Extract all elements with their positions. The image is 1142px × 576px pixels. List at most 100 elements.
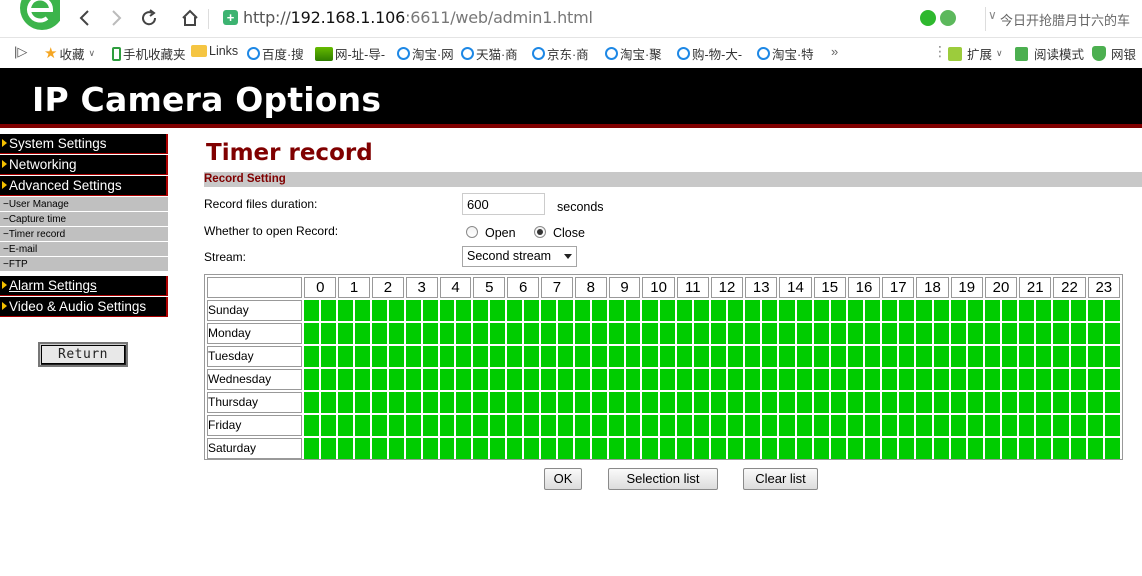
- schedule-cell[interactable]: [1053, 300, 1069, 321]
- schedule-cell[interactable]: [591, 392, 607, 413]
- sidebar-subitem-ftp[interactable]: −FTP: [0, 257, 168, 272]
- schedule-cell[interactable]: [984, 346, 1001, 367]
- schedule-cell[interactable]: [865, 392, 881, 413]
- schedule-cell[interactable]: [762, 323, 778, 344]
- schedule-cell[interactable]: [456, 323, 472, 344]
- duration-input[interactable]: [462, 193, 545, 215]
- schedule-cell[interactable]: [405, 392, 421, 413]
- schedule-cell[interactable]: [779, 346, 795, 367]
- schedule-cell[interactable]: [1036, 323, 1052, 344]
- schedule-cell[interactable]: [899, 346, 915, 367]
- schedule-cell[interactable]: [882, 415, 898, 436]
- hour-header[interactable]: 22: [1053, 277, 1086, 298]
- schedule-cell[interactable]: [899, 323, 915, 344]
- schedule-cell[interactable]: [967, 300, 983, 321]
- schedule-cell[interactable]: [439, 392, 455, 413]
- schedule-cell[interactable]: [473, 392, 489, 413]
- schedule-cell[interactable]: [1002, 346, 1018, 367]
- schedule-cell[interactable]: [950, 323, 966, 344]
- schedule-cell[interactable]: [1019, 438, 1035, 459]
- schedule-cell[interactable]: [541, 369, 556, 390]
- schedule-cell[interactable]: [813, 415, 829, 436]
- schedule-cell[interactable]: [984, 415, 1001, 436]
- schedule-cell[interactable]: [933, 392, 949, 413]
- schedule-cell[interactable]: [1104, 300, 1120, 321]
- schedule-cell[interactable]: [676, 415, 692, 436]
- schedule-cell[interactable]: [693, 415, 709, 436]
- schedule-cell[interactable]: [762, 369, 778, 390]
- schedule-cell[interactable]: [355, 369, 370, 390]
- schedule-cell[interactable]: [371, 392, 387, 413]
- schedule-cell[interactable]: [507, 369, 523, 390]
- schedule-cell[interactable]: [321, 346, 337, 367]
- schedule-cell[interactable]: [422, 415, 438, 436]
- schedule-cell[interactable]: [490, 300, 506, 321]
- hour-header[interactable]: 6: [507, 277, 540, 298]
- schedule-cell[interactable]: [830, 438, 846, 459]
- schedule-cell[interactable]: [1036, 300, 1052, 321]
- schedule-cell[interactable]: [728, 392, 744, 413]
- schedule-cell[interactable]: [967, 392, 983, 413]
- record-close-radio[interactable]: [534, 226, 546, 238]
- schedule-cell[interactable]: [813, 392, 829, 413]
- schedule-cell[interactable]: [473, 300, 489, 321]
- schedule-cell[interactable]: [1036, 438, 1052, 459]
- schedule-cell[interactable]: [1019, 323, 1035, 344]
- schedule-cell[interactable]: [422, 300, 438, 321]
- schedule-cell[interactable]: [355, 323, 370, 344]
- schedule-cell[interactable]: [762, 438, 778, 459]
- schedule-cell[interactable]: [796, 300, 812, 321]
- schedule-cell[interactable]: [304, 346, 320, 367]
- schedule-cell[interactable]: [1087, 323, 1103, 344]
- schedule-cell[interactable]: [338, 369, 354, 390]
- schedule-cell[interactable]: [813, 438, 829, 459]
- schedule-cell[interactable]: [355, 438, 370, 459]
- schedule-cell[interactable]: [456, 346, 472, 367]
- schedule-cell[interactable]: [659, 369, 675, 390]
- hour-header[interactable]: 7: [541, 277, 573, 298]
- schedule-cell[interactable]: [916, 392, 932, 413]
- day-label[interactable]: Tuesday: [207, 346, 303, 367]
- hour-header[interactable]: 18: [916, 277, 949, 298]
- schedule-cell[interactable]: [967, 415, 983, 436]
- schedule-cell[interactable]: [557, 300, 573, 321]
- schedule-cell[interactable]: [728, 369, 744, 390]
- schedule-cell[interactable]: [916, 438, 932, 459]
- security-shield-icon[interactable]: +: [223, 10, 238, 25]
- schedule-cell[interactable]: [745, 415, 761, 436]
- schedule-cell[interactable]: [625, 323, 641, 344]
- schedule-cell[interactable]: [779, 323, 795, 344]
- schedule-cell[interactable]: [967, 346, 983, 367]
- schedule-cell[interactable]: [642, 392, 658, 413]
- schedule-cell[interactable]: [524, 300, 540, 321]
- schedule-cell[interactable]: [574, 392, 590, 413]
- schedule-cell[interactable]: [524, 323, 540, 344]
- schedule-cell[interactable]: [659, 300, 675, 321]
- schedule-cell[interactable]: [1019, 369, 1035, 390]
- schedule-cell[interactable]: [1070, 300, 1086, 321]
- schedule-cell[interactable]: [388, 392, 404, 413]
- schedule-cell[interactable]: [405, 415, 421, 436]
- forward-icon[interactable]: [105, 6, 129, 30]
- schedule-cell[interactable]: [865, 346, 881, 367]
- schedule-cell[interactable]: [830, 323, 846, 344]
- schedule-cell[interactable]: [693, 369, 709, 390]
- schedule-cell[interactable]: [524, 392, 540, 413]
- schedule-cell[interactable]: [1087, 415, 1103, 436]
- schedule-cell[interactable]: [1019, 415, 1035, 436]
- schedule-cell[interactable]: [710, 369, 727, 390]
- schedule-cell[interactable]: [745, 300, 761, 321]
- schedule-cell[interactable]: [625, 300, 641, 321]
- sidebar-subitem-email[interactable]: −E-mail: [0, 242, 168, 257]
- schedule-cell[interactable]: [338, 346, 354, 367]
- schedule-cell[interactable]: [439, 323, 455, 344]
- schedule-cell[interactable]: [1087, 392, 1103, 413]
- bookmark-item[interactable]: 淘宝·网: [397, 44, 454, 63]
- bookmarks-more-icon[interactable]: »: [831, 44, 838, 59]
- hour-header[interactable]: 2: [371, 277, 404, 298]
- schedule-cell[interactable]: [304, 392, 320, 413]
- schedule-cell[interactable]: [541, 323, 556, 344]
- schedule-cell[interactable]: [745, 392, 761, 413]
- address-bar[interactable]: http://192.168.1.106:6611/web/admin1.htm…: [243, 8, 593, 27]
- bookmark-item[interactable]: 网-址-导-: [315, 44, 385, 63]
